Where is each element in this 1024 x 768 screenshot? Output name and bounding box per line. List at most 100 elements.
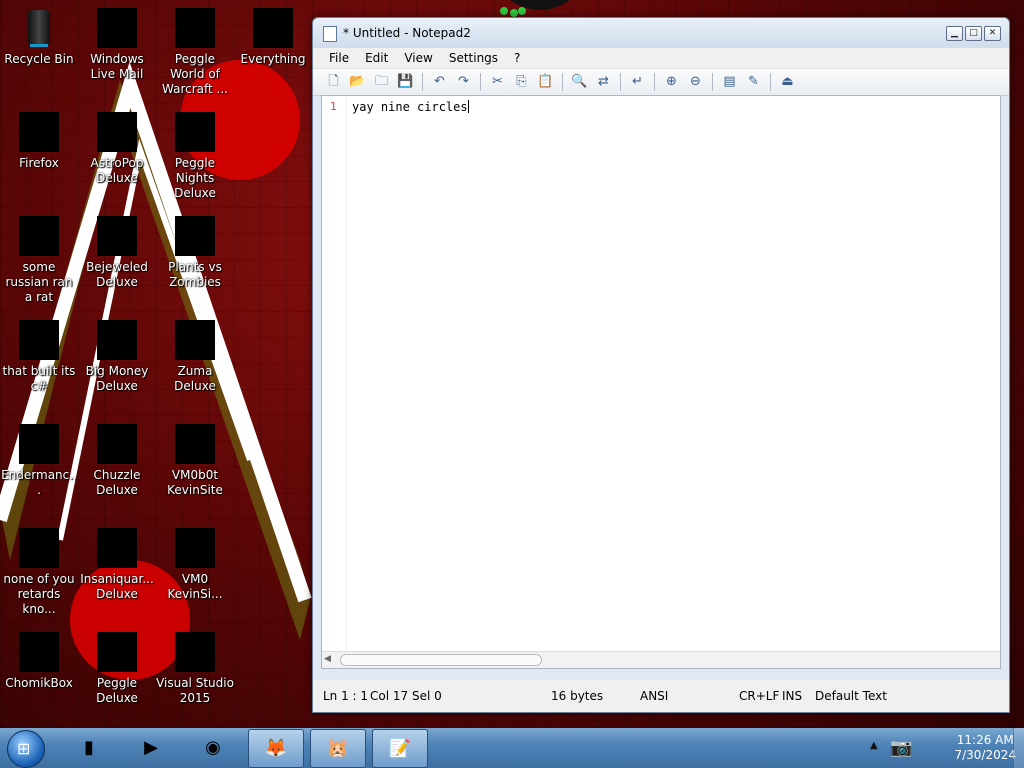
horizontal-scrollbar[interactable]: ◀ <box>322 651 1000 668</box>
desktop-icon[interactable]: Peggle World of Warcraft ... <box>156 8 234 97</box>
customize-icon[interactable]: ✎ <box>743 72 764 92</box>
scrollbar-thumb[interactable] <box>340 654 542 666</box>
status-insert-mode[interactable]: INS <box>782 689 802 703</box>
status-scheme[interactable]: Default Text <box>815 689 887 703</box>
desktop-icon-label: Bejeweled Deluxe <box>86 260 148 289</box>
wordwrap-icon[interactable]: ↵ <box>627 72 648 92</box>
media-player-icon[interactable]: ▮ <box>62 729 116 766</box>
find-icon[interactable]: 🔍 <box>569 72 590 92</box>
notepad2-icon[interactable]: 📝 <box>372 729 428 768</box>
toolbar-separator <box>562 73 563 91</box>
status-encoding[interactable]: ANSI <box>640 689 668 703</box>
menu-file[interactable]: File <box>321 51 357 65</box>
desktop-icon-label: Plants vs Zombies <box>168 260 222 289</box>
exit-icon[interactable]: ⏏ <box>777 72 798 92</box>
desktop-icon[interactable]: Recycle Bin <box>0 8 78 67</box>
shortcut-icon <box>19 320 59 360</box>
desktop-icon[interactable]: that built its c# <box>0 320 78 394</box>
desktop-icon-label: Insaniquar... Deluxe <box>80 572 154 601</box>
show-desktop-button[interactable] <box>1013 728 1024 768</box>
start-button[interactable]: ⊞ <box>7 730 45 768</box>
clock-time: 11:26 AM <box>956 733 1014 747</box>
minimize-button[interactable]: ▁ <box>946 26 963 41</box>
editor-content[interactable]: yay nine circles <box>352 100 469 114</box>
desktop-icon-label: Zuma Deluxe <box>174 364 216 393</box>
big-money-icon <box>97 320 137 360</box>
menu-help[interactable]: ? <box>506 51 528 65</box>
maximize-button[interactable]: □ <box>965 26 982 41</box>
desktop-icon[interactable]: Firefox <box>0 112 78 171</box>
line-number-gutter: 1 <box>322 96 347 668</box>
astropop-icon <box>97 112 137 152</box>
toolbar-separator <box>422 73 423 91</box>
desktop-icon[interactable]: Zuma Deluxe <box>156 320 234 394</box>
notepad2-icon[interactable] <box>323 26 337 42</box>
open-icon[interactable]: 📂 <box>347 72 368 92</box>
scroll-left-icon[interactable]: ◀ <box>324 654 331 664</box>
desktop-icon-label: Peggle Deluxe <box>96 676 138 705</box>
vm-site2-icon <box>175 528 215 568</box>
desktop-icon[interactable]: Visual Studio 2015 <box>156 632 234 706</box>
paste-icon[interactable]: 📋 <box>535 72 556 92</box>
media-center-icon[interactable]: ▶ <box>124 729 178 766</box>
browse-icon[interactable]: 🗀 <box>371 72 392 92</box>
cut-icon[interactable]: ✂ <box>487 72 508 92</box>
menu-bar: File Edit View Settings ? <box>313 48 1009 69</box>
java-app-icon <box>19 216 59 256</box>
toolbar: 🗋 📂 🗀 💾 ↶ ↷ ✂ ⎘ 📋 🔍 ⇄ ↵ ⊕ ⊖ ▤ ✎ ⏏ <box>313 69 1009 96</box>
toolbar-separator <box>654 73 655 91</box>
menu-view[interactable]: View <box>396 51 440 65</box>
status-line-position: Ln 1 : 1 <box>323 689 369 703</box>
copy-icon[interactable]: ⎘ <box>511 72 532 92</box>
replace-icon[interactable]: ⇄ <box>593 72 614 92</box>
text-editor[interactable]: 1 yay nine circles ◀ <box>321 95 1001 669</box>
desktop-icon[interactable]: none of you retards kno... <box>0 528 78 617</box>
clock-date: 7/30/2024 <box>954 748 1016 762</box>
everything-icon <box>253 8 293 48</box>
new-icon[interactable]: 🗋 <box>323 72 344 92</box>
desktop-icon[interactable]: Insaniquar... Deluxe <box>78 528 156 602</box>
status-bar: Ln 1 : 1 Col 17 Sel 0 16 bytes ANSI CR+L… <box>313 680 1009 712</box>
desktop-icon[interactable]: VM0 KevinSi... <box>156 528 234 602</box>
clock[interactable]: 11:26 AM 7/30/2024 <box>954 733 1016 763</box>
desktop-icon[interactable]: some russian ran a rat <box>0 216 78 305</box>
desktop-icon[interactable]: Windows Live Mail <box>78 8 156 82</box>
undo-icon[interactable]: ↶ <box>429 72 450 92</box>
scheme-icon[interactable]: ▤ <box>719 72 740 92</box>
menu-settings[interactable]: Settings <box>441 51 506 65</box>
windows-logo-icon: ⊞ <box>17 739 31 758</box>
menu-edit[interactable]: Edit <box>357 51 396 65</box>
save-icon[interactable]: 💾 <box>395 72 416 92</box>
desktop-icon[interactable]: Big Money Deluxe <box>78 320 156 394</box>
desktop-icon[interactable]: Everything <box>234 8 312 67</box>
desktop-icon-label: VM0b0t KevinSite <box>167 468 223 497</box>
desktop-icon[interactable]: Peggle Deluxe <box>78 632 156 706</box>
desktop-icon[interactable]: VM0b0t KevinSite <box>156 424 234 498</box>
title-bar[interactable]: * Untitled - Notepad2 ▁ □ ✕ <box>313 18 1009 48</box>
globe-icon[interactable]: ◉ <box>186 729 240 766</box>
network-camera-icon[interactable]: 📷 <box>890 737 912 758</box>
close-button[interactable]: ✕ <box>984 26 1001 41</box>
desktop-icon-label: that built its c# <box>2 364 76 393</box>
desktop-icon[interactable]: AstroPop Deluxe <box>78 112 156 186</box>
desktop-icon[interactable]: Peggle Nights Deluxe <box>156 112 234 201</box>
firefox-icon[interactable]: 🦊 <box>248 729 304 768</box>
status-line-endings[interactable]: CR+LF <box>739 689 779 703</box>
desktop-icon[interactable]: Plants vs Zombies <box>156 216 234 290</box>
desktop-icon[interactable]: Endermanc... <box>0 424 78 498</box>
text-caret <box>467 100 469 113</box>
redo-icon[interactable]: ↷ <box>453 72 474 92</box>
notepad-window[interactable]: * Untitled - Notepad2 ▁ □ ✕ File Edit Vi… <box>312 17 1010 713</box>
vm-site-icon <box>175 424 215 464</box>
desktop-icon-label: Peggle World of Warcraft ... <box>162 52 228 96</box>
windows-live-mail-icon <box>97 8 137 48</box>
zoom-in-icon[interactable]: ⊕ <box>661 72 682 92</box>
desktop-icon[interactable]: ChomikBox <box>0 632 78 691</box>
line-number: 1 <box>330 100 337 113</box>
desktop-icon[interactable]: Chuzzle Deluxe <box>78 424 156 498</box>
show-hidden-icons-icon[interactable]: ▲ <box>870 740 878 751</box>
desktop-icon-label: AstroPop Deluxe <box>90 156 144 185</box>
zoom-out-icon[interactable]: ⊖ <box>685 72 706 92</box>
chomikbox-icon[interactable]: 🐹 <box>310 729 366 768</box>
desktop-icon[interactable]: Bejeweled Deluxe <box>78 216 156 290</box>
